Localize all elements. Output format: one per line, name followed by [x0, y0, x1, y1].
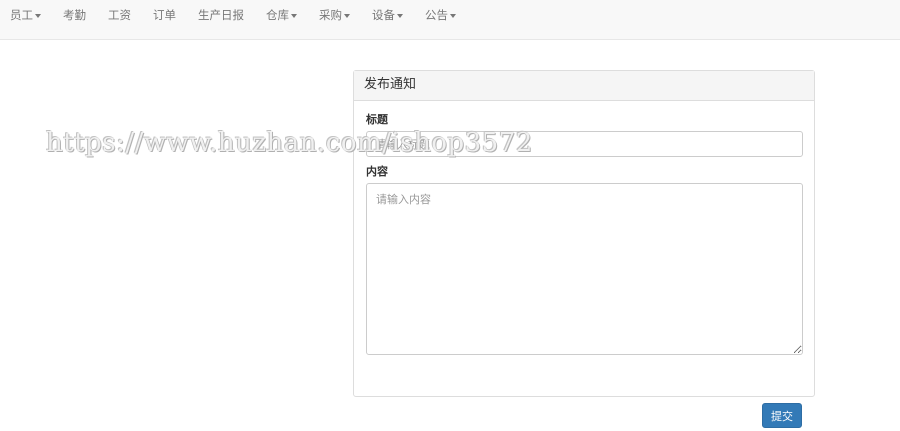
caret-down-icon [291, 13, 297, 18]
nav-item-staff[interactable]: 员工 [0, 0, 52, 31]
nav-item-label: 考勤 [63, 8, 86, 22]
nav-item-label: 采购 [319, 8, 342, 22]
panel-title: 发布通知 [354, 71, 814, 101]
nav-item-warehouse[interactable]: 仓库 [255, 0, 308, 31]
nav-menu: 员工 考勤 工资 订单 生产日报 仓库 采购 设备 公告 [0, 0, 900, 39]
publish-notice-panel: 发布通知 标题 内容 提交 [353, 70, 815, 428]
top-navbar: 员工 考勤 工资 订单 生产日报 仓库 采购 设备 公告 [0, 0, 900, 40]
caret-down-icon [397, 13, 403, 18]
notice-form: 标题 内容 提交 [354, 113, 814, 428]
nav-item-label: 员工 [10, 8, 33, 22]
submit-button[interactable]: 提交 [762, 403, 802, 428]
caret-down-icon [35, 13, 41, 18]
nav-item-label: 仓库 [266, 8, 289, 22]
caret-down-icon [344, 13, 350, 18]
content-label: 内容 [366, 165, 388, 178]
nav-item-orders[interactable]: 订单 [142, 0, 187, 31]
nav-item-purchase[interactable]: 采购 [308, 0, 361, 31]
nav-item-label: 设备 [372, 8, 395, 22]
nav-item-production-daily[interactable]: 生产日报 [187, 0, 255, 31]
content-textarea[interactable] [366, 183, 803, 355]
title-input[interactable] [366, 131, 803, 157]
nav-item-label: 订单 [153, 8, 176, 22]
nav-item-label: 生产日报 [198, 8, 244, 22]
nav-item-equipment[interactable]: 设备 [361, 0, 414, 31]
caret-down-icon [450, 13, 456, 18]
title-label: 标题 [366, 113, 388, 126]
nav-item-salary[interactable]: 工资 [97, 0, 142, 31]
nav-item-label: 公告 [425, 8, 448, 22]
nav-item-label: 工资 [108, 8, 131, 22]
nav-item-attendance[interactable]: 考勤 [52, 0, 97, 31]
nav-item-announcement[interactable]: 公告 [414, 0, 467, 31]
